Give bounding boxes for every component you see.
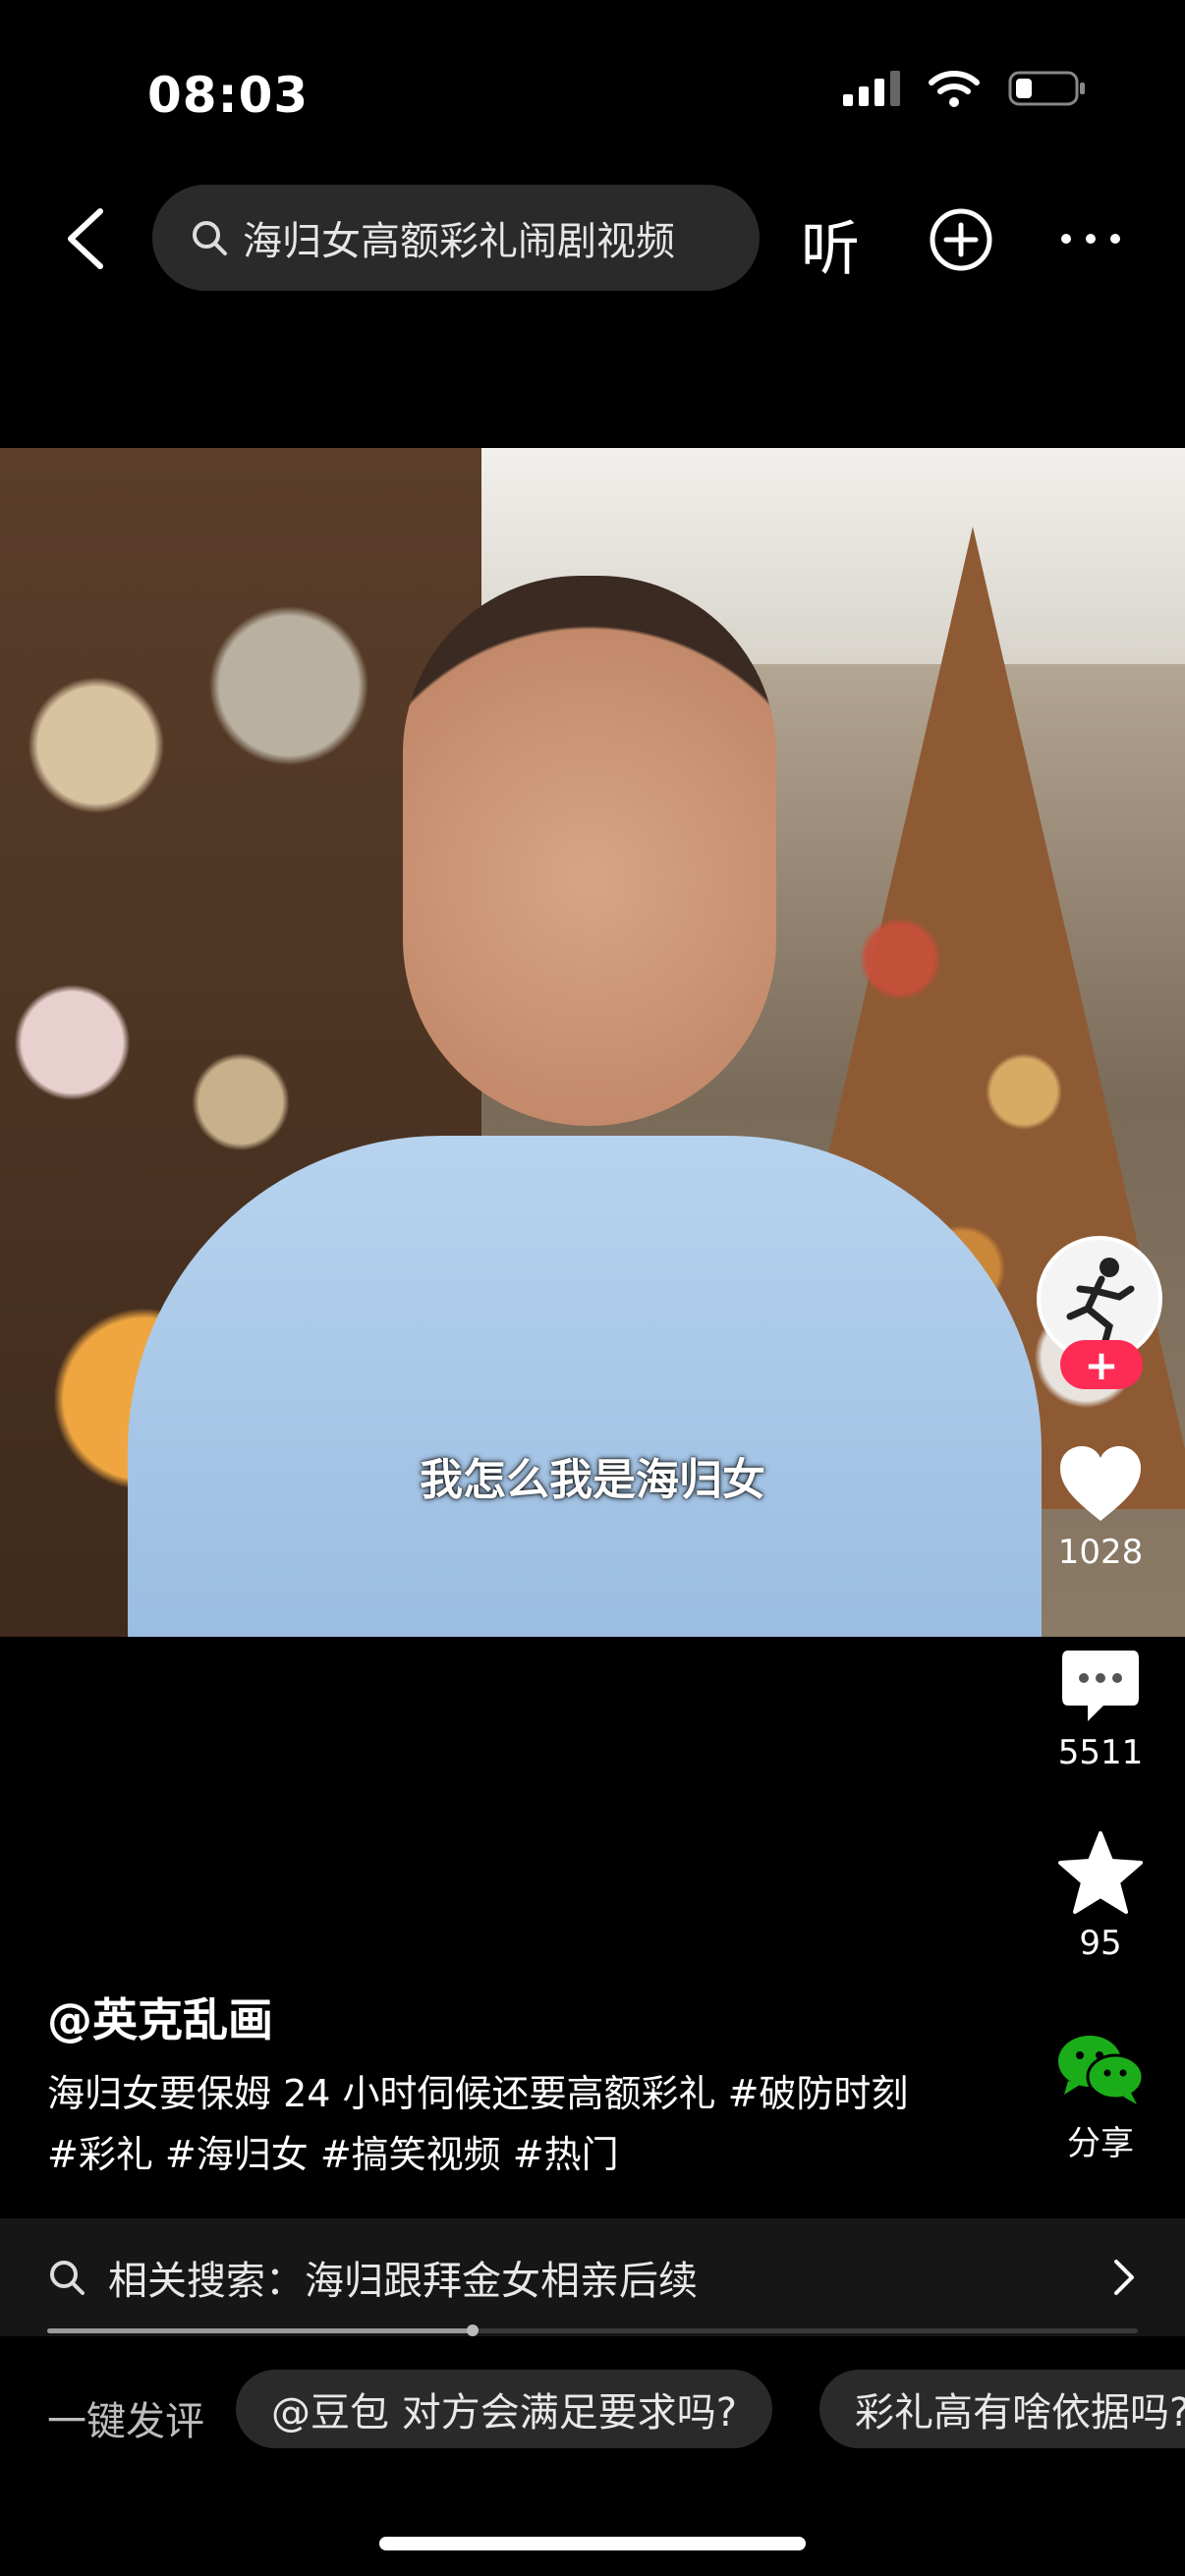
share-button[interactable]: 分享 (1032, 2030, 1169, 2164)
like-count: 1028 (1057, 1533, 1144, 1572)
person-head (403, 576, 776, 1126)
more-dots-icon (1061, 234, 1120, 244)
author-name[interactable]: @英克乱画 (47, 1985, 273, 2049)
more-button[interactable] (1056, 216, 1125, 265)
description-line-1: 海归女要保姆 24 小时伺候还要高额彩礼 #破防时刻 (47, 2072, 909, 2115)
video-subtitle: 我怎么我是海归女 (420, 1455, 765, 1505)
search-icon (190, 218, 229, 257)
quick-comment-label: 一键发评 (47, 2399, 204, 2444)
star-icon (1058, 1831, 1143, 1914)
like-button[interactable]: 1028 (1032, 1442, 1169, 1572)
related-search-text: 相关搜索：海归跟拜金女相亲后续 (108, 2259, 698, 2304)
status-time: 08:03 (147, 67, 310, 124)
video-description: 海归女要保姆 24 小时伺候还要高额彩礼 #破防时刻 #彩礼 #海归女 #搞笑视… (47, 2063, 990, 2185)
comment-button[interactable]: 5511 (1032, 1647, 1169, 1772)
chevron-right-icon (1108, 2256, 1138, 2303)
plus-circle-icon (930, 208, 992, 271)
quick-comment-chip[interactable]: 彩礼高有啥依据吗? (819, 2370, 1185, 2448)
back-button[interactable] (57, 201, 116, 276)
add-button[interactable] (929, 207, 993, 276)
favorite-count: 95 (1079, 1924, 1122, 1963)
related-search-bar[interactable]: 相关搜索：海归跟拜金女相亲后续 (0, 2218, 1185, 2336)
description-line-2: #彩礼 #海归女 #搞笑视频 #热门 (47, 2133, 619, 2176)
wifi-icon (929, 71, 980, 107)
home-indicator[interactable] (379, 2537, 806, 2550)
search-icon (47, 2258, 86, 2297)
listen-button[interactable]: 听 (801, 201, 860, 287)
follow-button[interactable]: + (1060, 1340, 1143, 1389)
quick-comment-chip[interactable]: @豆包 对方会满足要求吗? (236, 2370, 772, 2448)
signal-icon (843, 71, 900, 106)
search-bar[interactable]: 海归女高额彩礼闹剧视频 (152, 185, 760, 291)
search-query: 海归女高额彩礼闹剧视频 (243, 219, 675, 264)
chevron-left-icon (68, 208, 103, 269)
battery-icon (1008, 71, 1085, 106)
playback-progress-handle[interactable] (467, 2324, 479, 2336)
comment-count: 5511 (1057, 1733, 1144, 1772)
playback-progress-fill (47, 2328, 473, 2333)
share-label: 分享 (1067, 2124, 1134, 2163)
status-icons (841, 69, 1087, 108)
wechat-icon (1058, 2036, 1145, 2104)
person-body (128, 1136, 1042, 1637)
favorite-button[interactable]: 95 (1032, 1829, 1169, 1963)
comment-icon (1062, 1651, 1139, 1721)
heart-icon (1060, 1446, 1141, 1521)
